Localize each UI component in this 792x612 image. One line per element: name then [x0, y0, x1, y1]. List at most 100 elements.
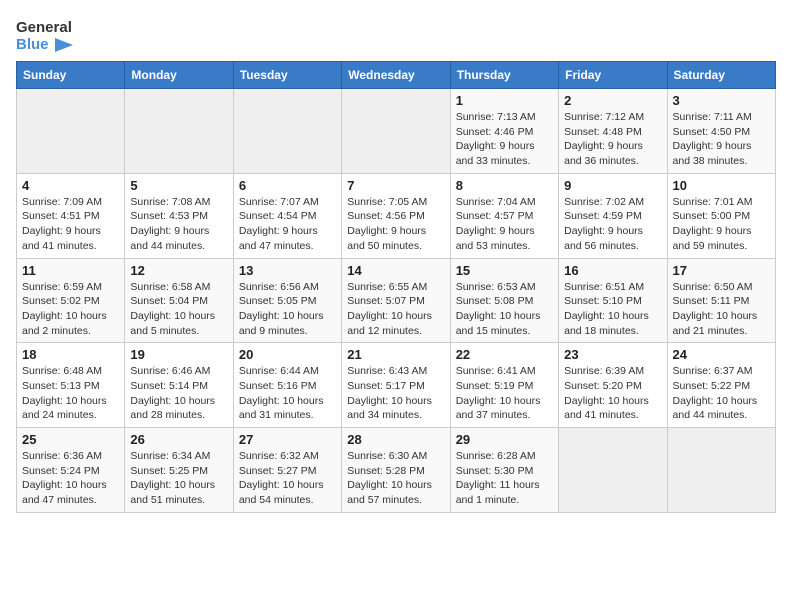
calendar-cell: 16Sunrise: 6:51 AMSunset: 5:10 PMDayligh… [559, 258, 667, 343]
day-info: Sunrise: 6:28 AMSunset: 5:30 PMDaylight:… [456, 449, 553, 508]
calendar-cell: 29 Sunrise: 6:28 AMSunset: 5:30 PMDayligh… [450, 428, 558, 513]
weekday-header-sunday: Sunday [17, 62, 125, 89]
weekday-header-saturday: Saturday [667, 62, 775, 89]
day-number: 4 [22, 178, 119, 193]
logo-flag-icon [55, 38, 73, 52]
day-info: Sunrise: 6:46 AMSunset: 5:14 PMDaylight:… [130, 364, 227, 423]
day-info: Sunrise: 7:13 AMSunset: 4:46 PMDaylight:… [456, 110, 553, 169]
day-number: 15 [456, 263, 553, 278]
day-number: 24 [673, 347, 770, 362]
day-number: 18 [22, 347, 119, 362]
calendar-week-1: 1 Sunrise: 7:13 AMSunset: 4:46 PMDaylight… [17, 89, 776, 174]
day-number: 27 [239, 432, 336, 447]
day-info: Sunrise: 6:56 AMSunset: 5:05 PMDaylight:… [239, 280, 336, 339]
weekday-header-tuesday: Tuesday [233, 62, 341, 89]
calendar-cell: 8Sunrise: 7:04 AMSunset: 4:57 PMDaylight… [450, 173, 558, 258]
calendar-cell: 5 Sunrise: 7:08 AMSunset: 4:53 PMDaylight… [125, 173, 233, 258]
calendar-cell: 21 Sunrise: 6:43 AMSunset: 5:17 PMDayligh… [342, 343, 450, 428]
day-info: Sunrise: 6:50 AMSunset: 5:11 PMDaylight:… [673, 280, 770, 339]
day-info: Sunrise: 6:55 AMSunset: 5:07 PMDaylight:… [347, 280, 444, 339]
calendar-cell: 9 Sunrise: 7:02 AMSunset: 4:59 PMDaylight… [559, 173, 667, 258]
calendar-cell: 22Sunrise: 6:41 AMSunset: 5:19 PMDayligh… [450, 343, 558, 428]
calendar-cell: 13 Sunrise: 6:56 AMSunset: 5:05 PMDayligh… [233, 258, 341, 343]
day-info: Sunrise: 7:12 AMSunset: 4:48 PMDaylight:… [564, 110, 661, 169]
calendar-cell: 11 Sunrise: 6:59 AMSunset: 5:02 PMDayligh… [17, 258, 125, 343]
weekday-header-row: SundayMondayTuesdayWednesdayThursdayFrid… [17, 62, 776, 89]
day-number: 25 [22, 432, 119, 447]
calendar-cell [233, 89, 341, 174]
day-info: Sunrise: 6:58 AMSunset: 5:04 PMDaylight:… [130, 280, 227, 339]
calendar-header: SundayMondayTuesdayWednesdayThursdayFrid… [17, 62, 776, 89]
day-number: 26 [130, 432, 227, 447]
calendar-week-2: 4 Sunrise: 7:09 AMSunset: 4:51 PMDaylight… [17, 173, 776, 258]
day-number: 11 [22, 263, 119, 278]
calendar-cell: 12Sunrise: 6:58 AMSunset: 5:04 PMDayligh… [125, 258, 233, 343]
day-info: Sunrise: 7:09 AMSunset: 4:51 PMDaylight:… [22, 195, 119, 254]
calendar-cell: 23 Sunrise: 6:39 AMSunset: 5:20 PMDayligh… [559, 343, 667, 428]
day-info: Sunrise: 6:51 AMSunset: 5:10 PMDaylight:… [564, 280, 661, 339]
logo: General Blue [16, 20, 73, 53]
calendar-cell: 26Sunrise: 6:34 AMSunset: 5:25 PMDayligh… [125, 428, 233, 513]
calendar-body: 1 Sunrise: 7:13 AMSunset: 4:46 PMDaylight… [17, 89, 776, 513]
weekday-header-wednesday: Wednesday [342, 62, 450, 89]
calendar-cell: 14 Sunrise: 6:55 AMSunset: 5:07 PMDayligh… [342, 258, 450, 343]
day-number: 7 [347, 178, 444, 193]
calendar-cell [559, 428, 667, 513]
calendar-cell [125, 89, 233, 174]
day-info: Sunrise: 6:43 AMSunset: 5:17 PMDaylight:… [347, 364, 444, 423]
day-info: Sunrise: 6:48 AMSunset: 5:13 PMDaylight:… [22, 364, 119, 423]
calendar-week-3: 11 Sunrise: 6:59 AMSunset: 5:02 PMDayligh… [17, 258, 776, 343]
calendar-cell: 10 Sunrise: 7:01 AMSunset: 5:00 PMDayligh… [667, 173, 775, 258]
calendar-cell: 4 Sunrise: 7:09 AMSunset: 4:51 PMDaylight… [17, 173, 125, 258]
day-info: Sunrise: 7:01 AMSunset: 5:00 PMDaylight:… [673, 195, 770, 254]
day-info: Sunrise: 6:59 AMSunset: 5:02 PMDaylight:… [22, 280, 119, 339]
day-info: Sunrise: 6:36 AMSunset: 5:24 PMDaylight:… [22, 449, 119, 508]
day-info: Sunrise: 6:53 AMSunset: 5:08 PMDaylight:… [456, 280, 553, 339]
day-number: 10 [673, 178, 770, 193]
day-number: 21 [347, 347, 444, 362]
day-info: Sunrise: 7:11 AMSunset: 4:50 PMDaylight:… [673, 110, 770, 169]
day-number: 1 [456, 93, 553, 108]
calendar-cell: 1 Sunrise: 7:13 AMSunset: 4:46 PMDaylight… [450, 89, 558, 174]
calendar-cell: 27 Sunrise: 6:32 AMSunset: 5:27 PMDayligh… [233, 428, 341, 513]
calendar-cell: 19Sunrise: 6:46 AMSunset: 5:14 PMDayligh… [125, 343, 233, 428]
day-number: 23 [564, 347, 661, 362]
calendar-cell: 24 Sunrise: 6:37 AMSunset: 5:22 PMDayligh… [667, 343, 775, 428]
day-number: 13 [239, 263, 336, 278]
calendar-cell: 28 Sunrise: 6:30 AMSunset: 5:28 PMDayligh… [342, 428, 450, 513]
day-number: 17 [673, 263, 770, 278]
calendar-cell: 20 Sunrise: 6:44 AMSunset: 5:16 PMDayligh… [233, 343, 341, 428]
logo-text: General Blue [16, 20, 73, 53]
day-number: 9 [564, 178, 661, 193]
day-number: 5 [130, 178, 227, 193]
weekday-header-monday: Monday [125, 62, 233, 89]
calendar-cell: 15 Sunrise: 6:53 AMSunset: 5:08 PMDayligh… [450, 258, 558, 343]
day-info: Sunrise: 6:37 AMSunset: 5:22 PMDaylight:… [673, 364, 770, 423]
day-number: 20 [239, 347, 336, 362]
calendar-cell [667, 428, 775, 513]
day-info: Sunrise: 6:32 AMSunset: 5:27 PMDaylight:… [239, 449, 336, 508]
header: General Blue [16, 16, 776, 53]
weekday-header-thursday: Thursday [450, 62, 558, 89]
day-info: Sunrise: 6:30 AMSunset: 5:28 PMDaylight:… [347, 449, 444, 508]
calendar-cell: 17 Sunrise: 6:50 AMSunset: 5:11 PMDayligh… [667, 258, 775, 343]
day-info: Sunrise: 7:07 AMSunset: 4:54 PMDaylight:… [239, 195, 336, 254]
day-info: Sunrise: 6:41 AMSunset: 5:19 PMDaylight:… [456, 364, 553, 423]
day-info: Sunrise: 7:04 AMSunset: 4:57 PMDaylight:… [456, 195, 553, 254]
day-number: 6 [239, 178, 336, 193]
day-number: 14 [347, 263, 444, 278]
calendar-week-4: 18 Sunrise: 6:48 AMSunset: 5:13 PMDayligh… [17, 343, 776, 428]
day-info: Sunrise: 6:39 AMSunset: 5:20 PMDaylight:… [564, 364, 661, 423]
day-number: 29 [456, 432, 553, 447]
day-number: 28 [347, 432, 444, 447]
weekday-header-friday: Friday [559, 62, 667, 89]
day-info: Sunrise: 7:05 AMSunset: 4:56 PMDaylight:… [347, 195, 444, 254]
calendar-cell: 7 Sunrise: 7:05 AMSunset: 4:56 PMDaylight… [342, 173, 450, 258]
day-info: Sunrise: 7:08 AMSunset: 4:53 PMDaylight:… [130, 195, 227, 254]
calendar-cell: 18 Sunrise: 6:48 AMSunset: 5:13 PMDayligh… [17, 343, 125, 428]
day-number: 3 [673, 93, 770, 108]
day-info: Sunrise: 6:44 AMSunset: 5:16 PMDaylight:… [239, 364, 336, 423]
calendar-table: SundayMondayTuesdayWednesdayThursdayFrid… [16, 61, 776, 513]
day-info: Sunrise: 7:02 AMSunset: 4:59 PMDaylight:… [564, 195, 661, 254]
calendar-cell [17, 89, 125, 174]
